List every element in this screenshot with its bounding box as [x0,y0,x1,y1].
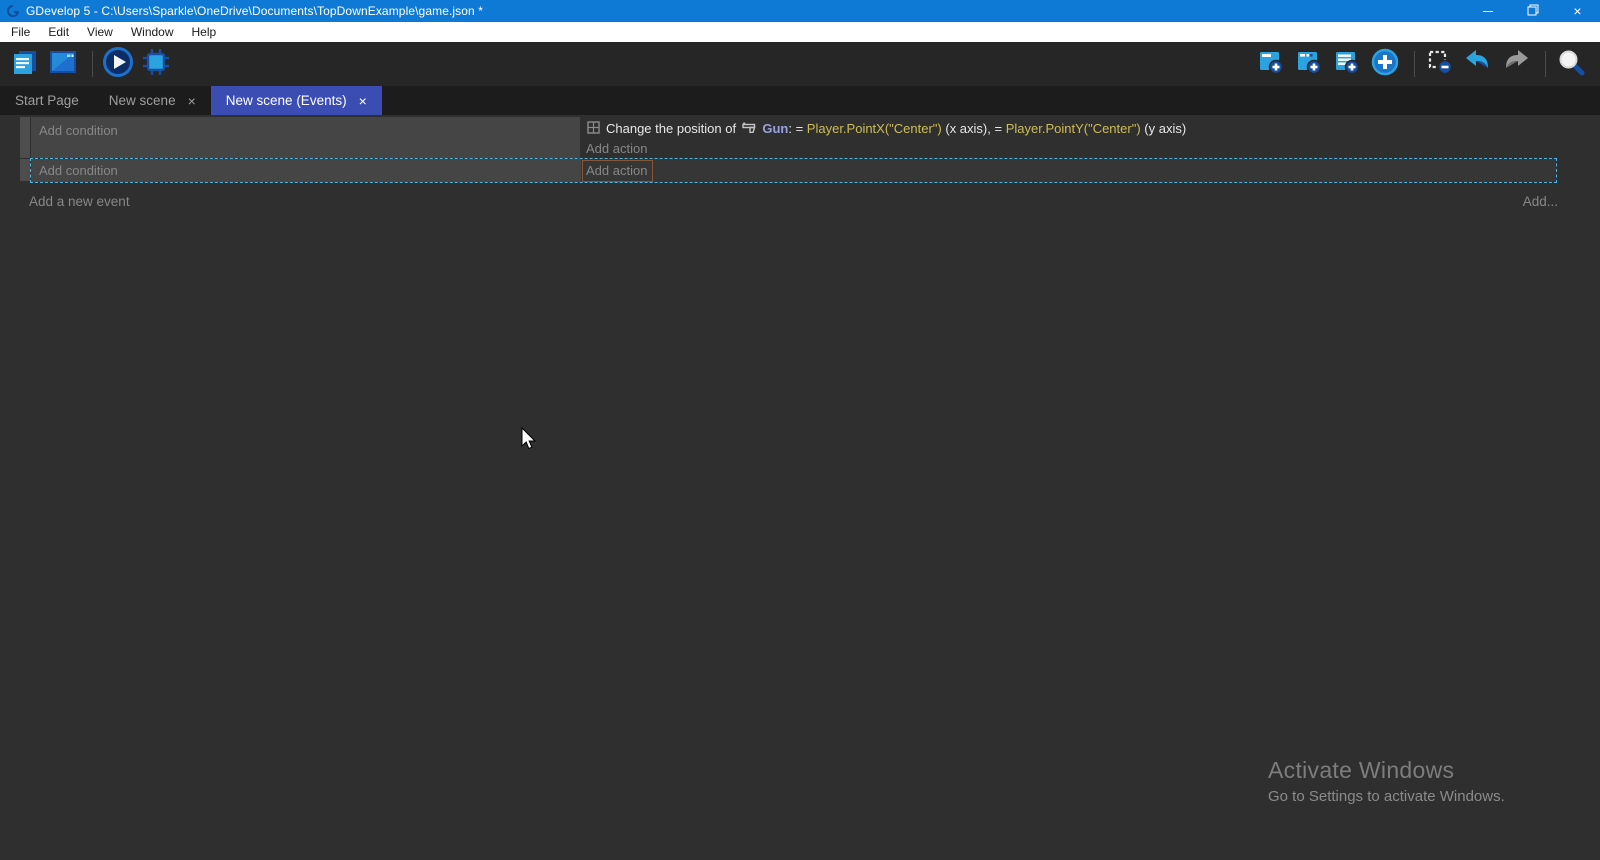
tab-new-scene-events[interactable]: New scene (Events) × [211,86,382,115]
toolbar-separator [92,51,93,77]
position-action-icon [586,120,601,138]
redo-button[interactable] [1499,47,1533,81]
add-event-icon [1257,48,1285,81]
action-text-colon: : [788,121,795,136]
events-sheet-icon [10,47,40,82]
window-title: GDevelop 5 - C:\Users\Sparkle\OneDrive\D… [26,4,483,18]
actions-column[interactable]: Add action [581,159,1556,182]
tab-label: Start Page [15,93,79,108]
event-handle[interactable] [20,159,30,181]
close-icon: × [1573,4,1581,18]
open-scene-editor-button[interactable] [46,47,80,81]
action-text-eq1: = [796,121,807,136]
tab-close-icon[interactable]: × [359,94,367,108]
tab-close-icon[interactable]: × [188,94,196,108]
toolbar-right-group [1254,47,1592,81]
tab-start-page[interactable]: Start Page [0,86,94,115]
conditions-column[interactable]: Add condition [31,159,581,182]
activate-windows-watermark: Activate Windows Go to Settings to activ… [1268,757,1505,805]
toolbar-separator [1545,51,1546,77]
watermark-subtitle: Go to Settings to activate Windows. [1268,788,1505,805]
menu-help[interactable]: Help [183,22,226,42]
remove-selection-icon [1426,48,1454,81]
open-project-manager-button[interactable] [8,47,42,81]
add-subevent-icon [1295,48,1323,81]
add-action-link[interactable]: Add action [586,141,647,156]
minimize-button[interactable] [1465,0,1510,22]
play-icon [102,46,134,83]
action-instruction[interactable]: Change the position of Gun: = Player.Poi… [586,120,1186,137]
add-event-button[interactable] [1254,47,1288,81]
add-comment-icon [1333,48,1361,81]
add-condition-link[interactable]: Add condition [39,163,118,178]
action-text-between: (x axis), [942,121,995,136]
selected-event-row[interactable]: Add condition Add action [30,158,1557,183]
add-button[interactable]: Add... [1523,194,1558,209]
play-button[interactable] [101,47,135,81]
restore-icon [1527,4,1539,19]
action-text-prefix: Change the position of [606,121,740,136]
undo-icon [1463,47,1493,82]
debug-icon [140,46,172,83]
window-controls: × [1465,0,1600,22]
tab-label: New scene [109,93,176,108]
menu-file[interactable]: File [2,22,39,42]
menu-bar: File Edit View Window Help [0,22,1600,42]
add-more-button[interactable] [1368,47,1402,81]
action-text-suffix: (y axis) [1141,121,1187,136]
action-text-eq2: = [994,121,1005,136]
menu-edit[interactable]: Edit [39,22,78,42]
tab-label: New scene (Events) [226,93,347,108]
restore-button[interactable] [1510,0,1555,22]
minimize-icon [1483,11,1493,12]
event-handle[interactable] [20,117,30,158]
add-subevent-button[interactable] [1292,47,1326,81]
toolbar [0,42,1600,86]
add-comment-button[interactable] [1330,47,1364,81]
expression-y: Player.PointY("Center") [1006,121,1141,136]
titlebar: GDevelop 5 - C:\Users\Sparkle\OneDrive\D… [0,0,1600,22]
scene-editor-icon [48,47,78,82]
menu-view[interactable]: View [78,22,122,42]
gdevelop-logo-icon [6,4,20,18]
gun-object-icon [742,122,757,133]
toolbar-separator [1414,51,1415,77]
tab-new-scene[interactable]: New scene × [94,86,211,115]
add-condition-link[interactable]: Add condition [39,123,118,138]
watermark-title: Activate Windows [1268,757,1505,784]
conditions-column[interactable]: Add condition [31,117,580,158]
add-action-link[interactable]: Add action [582,160,653,182]
expression-x: Player.PointX("Center") [807,121,942,136]
events-sheet: Add condition Change the position of Gun… [0,115,1600,860]
close-button[interactable]: × [1555,0,1600,22]
add-action-label: Add action [586,141,647,156]
action-text: Change the position of Gun: = Player.Poi… [606,121,1186,136]
undo-button[interactable] [1461,47,1495,81]
redo-icon [1501,47,1531,82]
remove-selection-button[interactable] [1423,47,1457,81]
menu-window[interactable]: Window [122,22,183,42]
tab-bar: Start Page New scene × New scene (Events… [0,86,1600,115]
search-events-button[interactable] [1554,47,1588,81]
debug-button[interactable] [139,47,173,81]
search-icon [1556,47,1586,82]
object-name: Gun [762,121,788,136]
add-circle-icon [1370,47,1400,82]
add-new-event-link[interactable]: Add a new event [29,194,130,209]
